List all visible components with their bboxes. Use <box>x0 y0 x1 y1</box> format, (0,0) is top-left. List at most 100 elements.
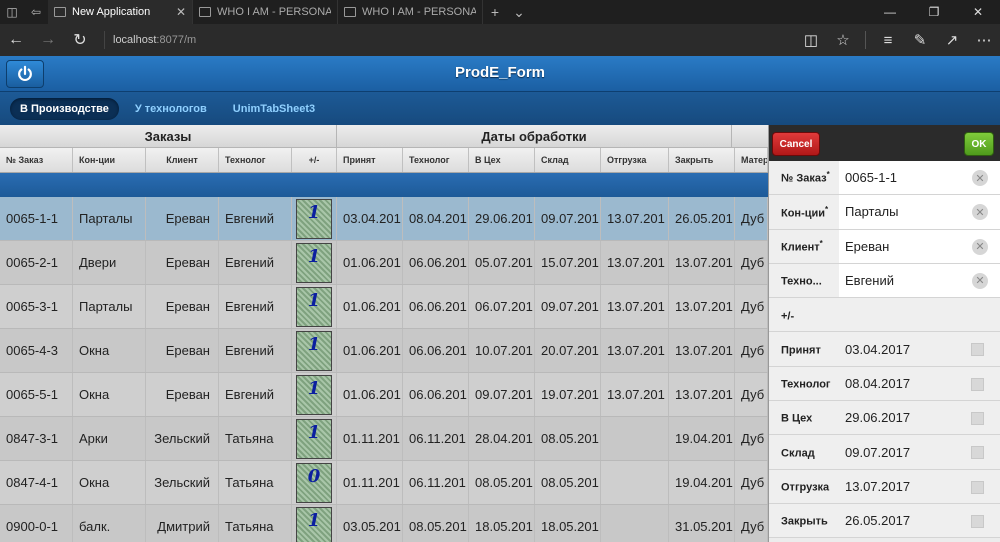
filter-row[interactable] <box>0 173 768 197</box>
browser-tab-2[interactable]: WHO I AM - PERSONAL RES <box>193 0 338 24</box>
flag-value[interactable]: 1 <box>296 286 332 327</box>
date-checkbox[interactable] <box>971 514 984 528</box>
col-technologist-cell: Евгений <box>219 373 292 416</box>
flag-value[interactable]: 1 <box>296 242 332 283</box>
col-technologist-date-cell: 06.06.201 <box>403 329 469 372</box>
col-material-cell: Дуб <box>735 329 768 372</box>
col-material-cell: Дуб <box>735 285 768 328</box>
flag-value[interactable]: 1 <box>296 418 332 459</box>
cancel-button[interactable]: Cancel <box>772 132 820 156</box>
share-icon[interactable]: ↗ <box>936 24 968 56</box>
col-material-cell: Дуб <box>735 373 768 416</box>
date-checkbox[interactable] <box>971 343 984 357</box>
date-checkbox[interactable] <box>971 446 984 460</box>
maximize-icon[interactable]: ❐ <box>912 0 956 24</box>
col-technologist-date-cell: 06.06.201 <box>403 285 469 328</box>
col-client-cell: Дмитрий <box>146 505 219 542</box>
chevron-down-icon[interactable]: ⌄ <box>507 0 531 24</box>
col-client-header[interactable]: Клиент <box>146 148 219 172</box>
form-row: Принят 03.04.2017 <box>769 332 1000 367</box>
col-close-cell: 19.04.201 <box>669 461 735 504</box>
tab-technologists[interactable]: У технологов <box>125 98 217 120</box>
col-workshop-header[interactable]: В Цех <box>469 148 535 172</box>
col-shipment-cell <box>601 417 669 460</box>
flag-value[interactable]: 0 <box>296 462 332 503</box>
col-order-no-cell: 0900-0-1 <box>0 505 73 542</box>
col-material-cell: Дуб <box>735 417 768 460</box>
col-close-cell: 26.05.201 <box>669 197 735 240</box>
tab-actions-icon[interactable]: ◫ <box>0 0 24 24</box>
col-technologist-header[interactable]: Технолог <box>219 148 292 172</box>
clear-icon[interactable]: ✕ <box>972 170 988 186</box>
hub-icon[interactable]: ≡ <box>872 24 904 56</box>
reading-view-icon[interactable]: ◫ <box>795 24 827 56</box>
table-row[interactable]: 0900-0-1 балк. Дмитрий Татьяна 1 03.05.201 08.… <box>0 505 768 542</box>
col-constructions-cell: Окна <box>73 373 146 416</box>
date-checkbox[interactable] <box>971 480 984 494</box>
col-order-no-cell: 0065-3-1 <box>0 285 73 328</box>
browser-tab-3[interactable]: WHO I AM - PERSONAL RES <box>338 0 483 24</box>
address-bar[interactable]: localhost:8077/m <box>104 31 196 49</box>
table-row[interactable]: 0847-4-1 Окна Зельский Татьяна 0 01.11.201 06.… <box>0 461 768 505</box>
required-mark: * <box>819 238 823 248</box>
back-arrow-icon[interactable]: ← <box>0 24 32 56</box>
tab-title: New Application <box>72 6 151 18</box>
form-row: Закрыть 26.05.2017 <box>769 503 1000 539</box>
col-order-no-cell: 0847-4-1 <box>0 461 73 504</box>
col-client-cell: Зельский <box>146 417 219 460</box>
col-workshop-cell: 09.07.201 <box>469 373 535 416</box>
clear-icon[interactable]: ✕ <box>972 272 988 289</box>
date-checkbox[interactable] <box>971 412 984 426</box>
col-warehouse-cell: 20.07.201 <box>535 329 601 372</box>
date-checkbox[interactable] <box>971 377 984 391</box>
close-icon[interactable]: ✕ <box>176 5 186 19</box>
new-tab-icon[interactable]: + <box>483 0 507 24</box>
table-row[interactable]: 0065-2-1 Двери Ереван Евгений 1 01.06.201 06.0… <box>0 241 768 285</box>
clear-icon[interactable]: ✕ <box>972 238 988 255</box>
col-order-no-cell: 0065-5-1 <box>0 373 73 416</box>
close-window-icon[interactable]: ✕ <box>956 0 1000 24</box>
field-label: Закрыть <box>769 513 839 528</box>
col-technologist-date-cell: 06.06.201 <box>403 373 469 416</box>
table-row[interactable]: 0065-5-1 Окна Ереван Евгений 1 01.06.201 06.06… <box>0 373 768 417</box>
flag-value[interactable]: 1 <box>296 198 332 239</box>
table-row[interactable]: 0065-4-3 Окна Ереван Евгений 1 01.06.201 06.06… <box>0 329 768 373</box>
form-row: № Заказ* 0065-1-1 ✕ <box>769 161 1000 196</box>
field-input[interactable] <box>839 298 1000 332</box>
col-warehouse-header[interactable]: Склад <box>535 148 601 172</box>
col-technologist-date-header[interactable]: Технолог <box>403 148 469 172</box>
col-close-header[interactable]: Закрыть <box>669 148 735 172</box>
col-constructions-cell: Парталы <box>73 197 146 240</box>
tab-back-icon[interactable]: ⇦ <box>24 0 48 24</box>
col-plus-minus-header[interactable]: +/- <box>292 148 337 172</box>
form-row: В Цех 29.06.2017 <box>769 401 1000 436</box>
more-icon[interactable]: ⋯ <box>968 24 1000 56</box>
browser-tab-1[interactable]: New Application ✕ <box>48 0 193 24</box>
col-constructions-header[interactable]: Кон-ции <box>73 148 146 172</box>
col-close-cell: 13.07.201 <box>669 329 735 372</box>
tab-in-production[interactable]: В Производстве <box>10 97 119 120</box>
field-label-text: Отгрузка <box>781 481 830 494</box>
pen-icon[interactable]: ✎ <box>904 24 936 56</box>
flag-value[interactable]: 1 <box>296 374 332 415</box>
flag-value[interactable]: 1 <box>296 330 332 371</box>
group-header-row: Заказы Даты обработки <box>0 125 768 148</box>
col-material-header[interactable]: Матер <box>735 148 768 172</box>
page-title: ProdE_Form <box>454 64 545 81</box>
ok-button[interactable]: OK <box>964 132 994 156</box>
table-row[interactable]: 0847-3-1 Арки Зельский Татьяна 1 01.11.201 06.… <box>0 417 768 461</box>
tab-unimtabsheet3[interactable]: UnimTabSheet3 <box>223 98 325 120</box>
col-shipment-cell <box>601 505 669 542</box>
forward-arrow-icon[interactable]: → <box>32 24 64 56</box>
table-row[interactable]: 0065-3-1 Парталы Ереван Евгений 1 01.06.201 06… <box>0 285 768 329</box>
col-accepted-header[interactable]: Принят <box>337 148 403 172</box>
col-order-no-cell: 0065-4-3 <box>0 329 73 372</box>
refresh-icon[interactable]: ↻ <box>64 24 96 56</box>
col-shipment-header[interactable]: Отгрузка <box>601 148 669 172</box>
col-order-no-header[interactable]: № Заказ <box>0 148 73 172</box>
minimize-icon[interactable]: — <box>868 0 912 24</box>
table-row[interactable]: 0065-1-1 Парталы Ереван Евгений 1 03.04.201 08… <box>0 197 768 241</box>
favorite-star-icon[interactable]: ☆ <box>827 24 859 56</box>
flag-value[interactable]: 1 <box>296 506 332 542</box>
col-workshop-cell: 06.07.201 <box>469 285 535 328</box>
